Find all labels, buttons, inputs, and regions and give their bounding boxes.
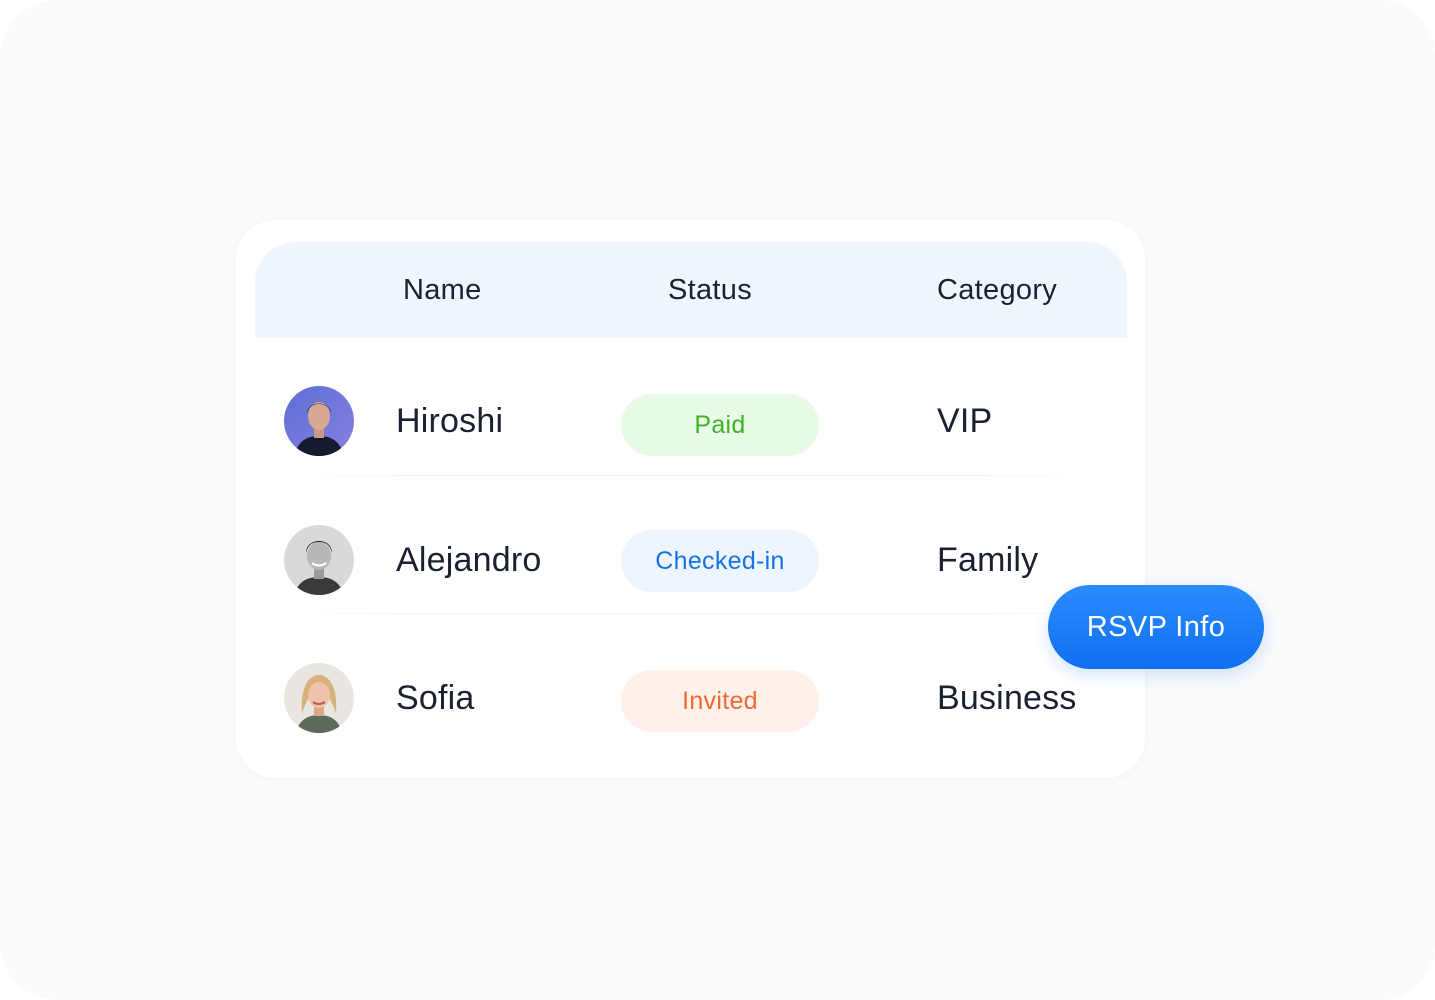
avatar [284, 525, 354, 595]
guest-table-card: Name Status Category Hiroshi Paid VIP Al… [236, 220, 1145, 778]
person-avatar-icon [284, 386, 354, 456]
guest-name: Alejandro [396, 541, 542, 579]
person-avatar-icon [284, 525, 354, 595]
column-header-name[interactable]: Name [403, 242, 482, 338]
table-row[interactable]: Alejandro Checked-in Family [255, 476, 1127, 614]
column-header-category[interactable]: Category [937, 242, 1057, 338]
status-badge-invited: Invited [621, 670, 819, 732]
status-badge-paid: Paid [621, 394, 819, 456]
rsvp-info-button[interactable]: RSVP Info [1048, 585, 1264, 669]
status-badge-checked-in: Checked-in [621, 530, 819, 592]
column-header-status[interactable]: Status [668, 242, 752, 338]
avatar [284, 663, 354, 733]
table-row[interactable]: Sofia Invited Business [255, 614, 1127, 752]
guest-category: Family [937, 541, 1039, 579]
guest-category: VIP [937, 402, 993, 440]
table-header: Name Status Category [255, 242, 1127, 338]
table-row[interactable]: Hiroshi Paid VIP [255, 338, 1127, 476]
guest-name: Sofia [396, 679, 475, 717]
guest-category: Business [937, 679, 1077, 717]
page-background: Name Status Category Hiroshi Paid VIP Al… [0, 0, 1435, 1000]
person-avatar-icon [284, 663, 354, 733]
avatar [284, 386, 354, 456]
guest-name: Hiroshi [396, 402, 504, 440]
